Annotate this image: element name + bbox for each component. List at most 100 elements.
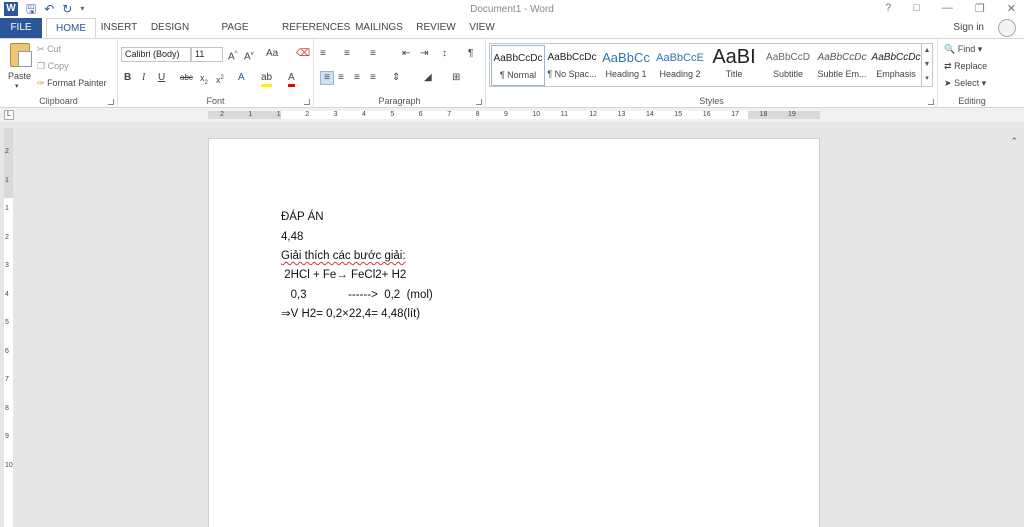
vertical-ruler-tick: 4 [5, 290, 9, 298]
vertical-ruler-tick: 2 [5, 233, 9, 241]
align-left-icon[interactable]: ≡ [320, 71, 334, 85]
increase-indent-icon[interactable]: ⇥ [420, 48, 428, 60]
cut-label: Cut [47, 44, 62, 54]
clipboard-launcher-icon[interactable] [108, 99, 114, 105]
grow-font-icon[interactable]: A^ [228, 48, 238, 63]
clear-formatting-icon[interactable]: ⌫ [296, 48, 310, 60]
tab-view[interactable]: VIEW [466, 18, 498, 38]
style-subtitle[interactable]: AaBbCcD Subtitle [761, 45, 815, 86]
ruler-tick: 13 [617, 111, 626, 118]
shading-icon[interactable]: ◢ [424, 72, 432, 84]
title-bar: W 🖫 ↶ ↻ ▾ Document1 - Word ? □ — ❐ ✕ [0, 0, 1024, 18]
format-painter-button[interactable]: ✑ Format Painter [37, 77, 107, 89]
doc-line-result[interactable]: ⇒V H2= 0,2×22,4= 4,48(lít) [281, 307, 420, 321]
sign-in-link[interactable]: Sign in [953, 22, 984, 33]
tab-file[interactable]: FILE [0, 18, 42, 38]
editing-group: 🔍 Find ▾ ⇄ Replace ➤ Select ▾ Editing [938, 39, 1006, 108]
show-formatting-icon[interactable]: ¶ [468, 48, 473, 60]
style-preview: AaBbCcD [766, 52, 810, 63]
underline-icon[interactable]: U [158, 72, 165, 84]
borders-icon[interactable]: ⊞ [452, 72, 460, 84]
align-center-icon[interactable]: ≡ [338, 72, 344, 84]
tab-page-layout[interactable]: PAGE LAYOUT [202, 18, 268, 53]
subscript-icon[interactable]: x2 [200, 72, 208, 89]
highlight-icon[interactable]: ab [261, 72, 273, 87]
font-name-select[interactable]: Calibri (Body) [121, 47, 191, 62]
style-title[interactable]: AaBI Title [707, 45, 761, 86]
tab-mailings[interactable]: MAILINGS [354, 18, 404, 38]
styles-gallery: AaBbCcDc ¶ Normal AaBbCcDc ¶ No Spac... … [489, 43, 933, 87]
doc-line-moles[interactable]: 0,3 ------> 0,2 (mol) [281, 288, 433, 302]
copy-button[interactable]: ❐ Copy [37, 60, 69, 72]
paste-button[interactable]: Paste ▾ [2, 39, 34, 93]
tab-selector-icon[interactable]: L [4, 110, 14, 120]
find-button[interactable]: 🔍 Find ▾ [944, 43, 982, 55]
tab-review[interactable]: REVIEW [416, 18, 456, 38]
style-no-spacing[interactable]: AaBbCcDc ¶ No Spac... [545, 45, 599, 86]
help-icon[interactable]: ? [885, 2, 891, 15]
justify-icon[interactable]: ≡ [370, 72, 376, 84]
ruler-tick: 8 [475, 111, 480, 118]
ruler-tick: 1 [248, 111, 253, 118]
scroll-up-icon[interactable]: ▲ [922, 44, 932, 58]
scissors-icon: ✂ [37, 44, 45, 54]
bold-icon[interactable]: B [124, 72, 131, 84]
superscript-icon[interactable]: x2 [216, 72, 224, 86]
vertical-ruler-tick: 10 [5, 461, 13, 469]
format-painter-label: Format Painter [47, 78, 107, 88]
align-right-icon[interactable]: ≡ [354, 72, 360, 84]
cut-button[interactable]: ✂ Cut [37, 43, 61, 55]
change-case-button[interactable]: Aa [266, 48, 278, 60]
numbering-icon[interactable]: ≡ [344, 48, 350, 60]
style-subtle-emphasis[interactable]: AaBbCcDc Subtle Em... [815, 45, 869, 86]
tab-references[interactable]: REFERENCES [282, 18, 350, 38]
style-normal[interactable]: AaBbCcDc ¶ Normal [491, 45, 545, 86]
minimize-icon[interactable]: — [942, 2, 953, 15]
ruler-tick: 5 [390, 111, 395, 118]
doc-line-heading[interactable]: ĐÁP ÁN [281, 210, 324, 224]
avatar[interactable] [998, 19, 1016, 37]
replace-button[interactable]: ⇄ Replace [944, 60, 987, 72]
tab-design[interactable]: DESIGN [150, 18, 190, 38]
restore-icon[interactable]: ❐ [975, 2, 985, 15]
ribbon-display-icon[interactable]: □ [913, 2, 920, 15]
doc-line-answer[interactable]: 4,48 [281, 230, 303, 244]
doc-line-equation[interactable]: 2HCl + Fe→ FeCl2+ H2 [281, 268, 406, 282]
vertical-ruler[interactable]: 2 1 1 2 3 4 5 6 7 8 9 10 [4, 128, 13, 527]
paragraph-group: ≡ ≡ ≡ ⇤ ⇥ ↕ ¶ ≡ ≡ ≡ ≡ ⇕ ◢ ⊞ Paragraph [314, 39, 486, 108]
style-name: Heading 2 [659, 69, 701, 79]
style-name: ¶ No Spac... [547, 69, 597, 79]
collapse-ribbon-icon[interactable]: ⌃ [1010, 136, 1018, 147]
style-heading-2[interactable]: AaBbCcE Heading 2 [653, 45, 707, 86]
italic-icon[interactable]: I [142, 72, 145, 84]
line-spacing-icon[interactable]: ⇕ [392, 72, 400, 84]
document-page[interactable]: ĐÁP ÁN 4,48 Giải thích các bước giải: 2H… [208, 138, 820, 527]
text-effects-icon[interactable]: A [238, 72, 245, 84]
font-color-icon[interactable]: A [288, 72, 295, 87]
styles-launcher-icon[interactable] [928, 99, 934, 105]
decrease-indent-icon[interactable]: ⇤ [402, 48, 410, 60]
select-button[interactable]: ➤ Select ▾ [944, 77, 986, 89]
doc-line-explanation[interactable]: Giải thích các bước giải: [281, 249, 406, 263]
more-styles-icon[interactable]: ▾ [922, 72, 932, 86]
style-emphasis[interactable]: AaBbCcDc Emphasis [869, 45, 923, 86]
tab-insert[interactable]: INSERT [100, 18, 138, 38]
font-launcher-icon[interactable] [304, 99, 310, 105]
style-preview: AaBbCcDc [547, 52, 597, 63]
close-icon[interactable]: ✕ [1007, 2, 1016, 15]
shrink-font-icon[interactable]: Av [244, 48, 254, 63]
style-heading-1[interactable]: AaBbCc Heading 1 [599, 45, 653, 86]
scroll-down-icon[interactable]: ▼ [922, 58, 932, 72]
bullets-icon[interactable]: ≡ [320, 48, 326, 60]
horizontal-ruler[interactable]: 2 1 1 2 3 4 5 6 7 8 9 10 11 12 13 14 15 16 17 18 19 [208, 111, 820, 119]
styles-label: Styles [699, 96, 724, 106]
tab-home[interactable]: HOME [46, 18, 96, 39]
multilevel-list-icon[interactable]: ≡ [370, 48, 376, 60]
vertical-ruler-tick: 5 [5, 319, 9, 326]
font-size-select[interactable]: 11 [191, 47, 223, 62]
style-name: ¶ Normal [499, 70, 537, 80]
ruler-tick: 3 [333, 111, 338, 118]
strikethrough-icon[interactable]: abc [180, 72, 193, 84]
sort-icon[interactable]: ↕ [442, 48, 447, 60]
paragraph-launcher-icon[interactable] [476, 99, 482, 105]
